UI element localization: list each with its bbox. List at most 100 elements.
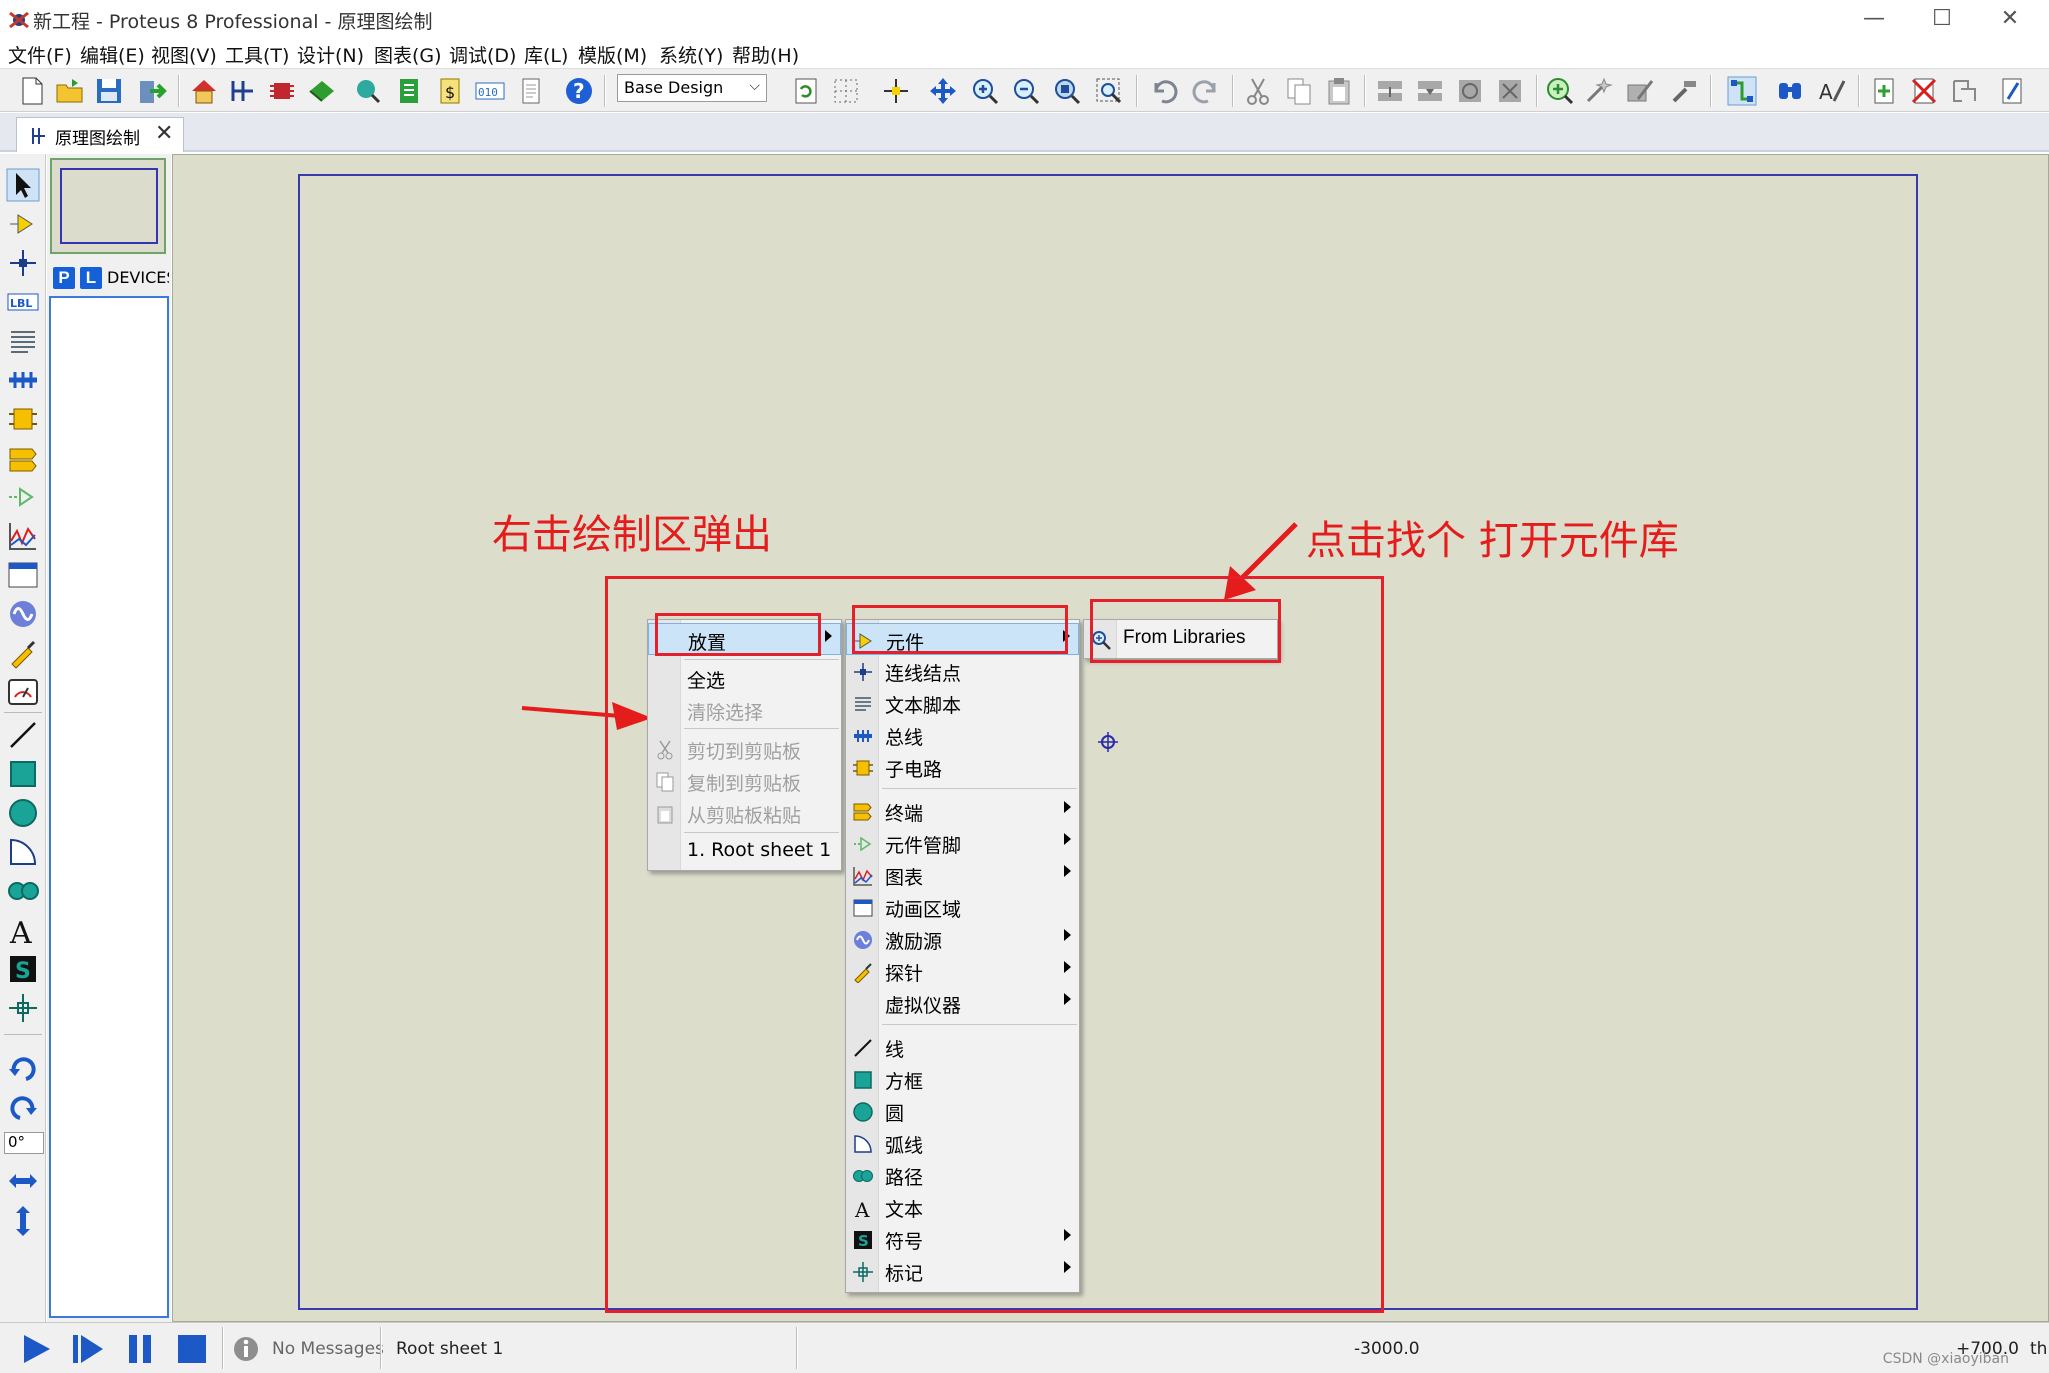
overview-window[interactable] [50, 158, 166, 254]
source-code-icon[interactable]: 010 [474, 75, 506, 107]
menu-debug[interactable]: 调试(D) [449, 41, 516, 68]
selection-mode-icon[interactable] [6, 168, 40, 202]
pick-parts-icon[interactable] [1544, 75, 1576, 107]
block-move-icon[interactable] [1414, 75, 1446, 107]
play-icon[interactable] [18, 1331, 54, 1367]
proteus-app-icon [9, 11, 29, 29]
menu-system[interactable]: 系统(Y) [659, 41, 723, 68]
zoom-area-icon[interactable] [1093, 75, 1125, 107]
2d-marker-mode-icon[interactable] [6, 991, 40, 1025]
packaging-tool-icon[interactable] [1624, 75, 1656, 107]
mirror-vertical-icon[interactable] [6, 1204, 40, 1238]
schematic-icon[interactable] [227, 75, 259, 107]
design-explorer-icon[interactable] [393, 75, 425, 107]
bus-mode-icon[interactable] [6, 363, 40, 397]
cut-icon[interactable] [1242, 75, 1274, 107]
remove-sheet-icon[interactable] [1908, 75, 1940, 107]
exit-to-parent-icon[interactable] [1948, 75, 1980, 107]
2d-arc-mode-icon[interactable] [6, 835, 40, 869]
menu-edit[interactable]: 编辑(E) [80, 41, 145, 68]
terminals-mode-icon[interactable] [6, 441, 40, 475]
stop-icon[interactable] [174, 1331, 210, 1367]
menu-tools[interactable]: 工具(T) [225, 41, 289, 68]
pan-icon[interactable] [927, 75, 959, 107]
menu-graph[interactable]: 图表(G) [374, 41, 442, 68]
save-icon[interactable] [93, 75, 125, 107]
2d-text-mode-icon[interactable]: A [6, 913, 40, 947]
virtual-instrument-mode-icon[interactable] [6, 675, 40, 709]
redo-icon[interactable] [1190, 75, 1222, 107]
menu-view[interactable]: 视图(V) [151, 41, 217, 68]
grid-toggle-icon[interactable] [830, 75, 862, 107]
paste-icon[interactable] [1323, 75, 1355, 107]
mirror-horizontal-icon[interactable] [6, 1164, 40, 1198]
open-folder-icon[interactable] [54, 75, 86, 107]
search-parts-icon[interactable] [1774, 75, 1806, 107]
pause-icon[interactable] [122, 1331, 158, 1367]
device-pins-mode-icon[interactable] [6, 480, 40, 514]
block-rotate-icon[interactable] [1454, 75, 1486, 107]
close-tab-icon[interactable]: ✕ [155, 121, 173, 146]
copy-icon[interactable] [1283, 75, 1315, 107]
decompose-icon[interactable] [1668, 75, 1700, 107]
bill-of-materials-icon[interactable]: $ [434, 75, 466, 107]
help-icon[interactable]: ? [563, 75, 595, 107]
undo-icon[interactable] [1148, 75, 1180, 107]
text-script-mode-icon[interactable] [6, 324, 40, 358]
wire-label-mode-icon[interactable]: LBL [6, 285, 40, 319]
gerber-viewer-icon[interactable] [351, 75, 383, 107]
origin-icon[interactable] [880, 75, 912, 107]
tab-schematic-capture[interactable]: 原理图绘制 ✕ [16, 117, 184, 152]
new-file-icon[interactable] [16, 75, 48, 107]
import-icon[interactable] [136, 75, 168, 107]
graph-mode-icon[interactable] [6, 519, 40, 553]
svg-text:?: ? [573, 79, 585, 103]
2d-symbol-mode-icon[interactable]: S [6, 952, 40, 986]
menu-help[interactable]: 帮助(H) [732, 41, 799, 68]
device-list[interactable] [49, 296, 169, 1318]
minimize-button[interactable]: — [1840, 0, 1908, 38]
library-manager-button[interactable]: L [80, 267, 102, 289]
design-variant-select[interactable]: Base Design ⌵ [617, 74, 767, 102]
3d-view-icon[interactable] [306, 75, 338, 107]
active-popup-mode-icon[interactable] [6, 558, 40, 592]
notes-icon[interactable] [515, 75, 547, 107]
block-copy-icon[interactable] [1374, 75, 1406, 107]
component-mode-icon[interactable] [6, 207, 40, 241]
rotation-angle-field[interactable]: 0° [4, 1132, 44, 1154]
zoom-all-icon[interactable] [1051, 75, 1083, 107]
close-window-button[interactable]: ✕ [1976, 0, 2044, 38]
maximize-button[interactable]: ☐ [1908, 0, 1976, 38]
make-device-icon[interactable] [1584, 75, 1616, 107]
menu-design[interactable]: 设计(N) [297, 41, 364, 68]
probe-mode-icon[interactable] [6, 636, 40, 670]
pick-devices-button[interactable]: P [53, 267, 75, 289]
zoom-in-icon[interactable] [969, 75, 1001, 107]
new-sheet-icon[interactable] [1868, 75, 1900, 107]
rotate-anticlockwise-icon[interactable] [6, 1091, 40, 1125]
2d-circle-mode-icon[interactable] [6, 796, 40, 830]
schematic-tab-icon [32, 128, 45, 144]
menu-library[interactable]: 库(L) [524, 41, 568, 68]
message-status[interactable]: No Messages [272, 1339, 384, 1359]
pcb-layout-icon[interactable] [266, 75, 298, 107]
rotate-clockwise-icon[interactable] [6, 1052, 40, 1086]
subcircuit-mode-icon[interactable] [6, 402, 40, 436]
step-icon[interactable] [70, 1331, 106, 1367]
zoom-out-icon[interactable] [1010, 75, 1042, 107]
menu-file[interactable]: 文件(F) [8, 41, 72, 68]
generator-mode-icon[interactable] [6, 597, 40, 631]
junction-dot-mode-icon[interactable] [6, 246, 40, 280]
2d-path-mode-icon[interactable] [6, 874, 40, 908]
property-assignment-icon[interactable]: A [1816, 75, 1848, 107]
wire-autorouter-icon[interactable] [1726, 75, 1758, 107]
refresh-icon[interactable] [790, 75, 822, 107]
menu-template[interactable]: 模版(M) [578, 41, 647, 68]
2d-line-mode-icon[interactable] [6, 718, 40, 752]
home-icon[interactable] [188, 75, 220, 107]
script-editor-icon[interactable] [1996, 75, 2028, 107]
annotation-open-library-note: 点击找个 打开元件库 [1306, 518, 1679, 564]
toolbar-separator [1232, 75, 1234, 107]
2d-box-mode-icon[interactable] [6, 757, 40, 791]
block-delete-icon[interactable] [1494, 75, 1526, 107]
